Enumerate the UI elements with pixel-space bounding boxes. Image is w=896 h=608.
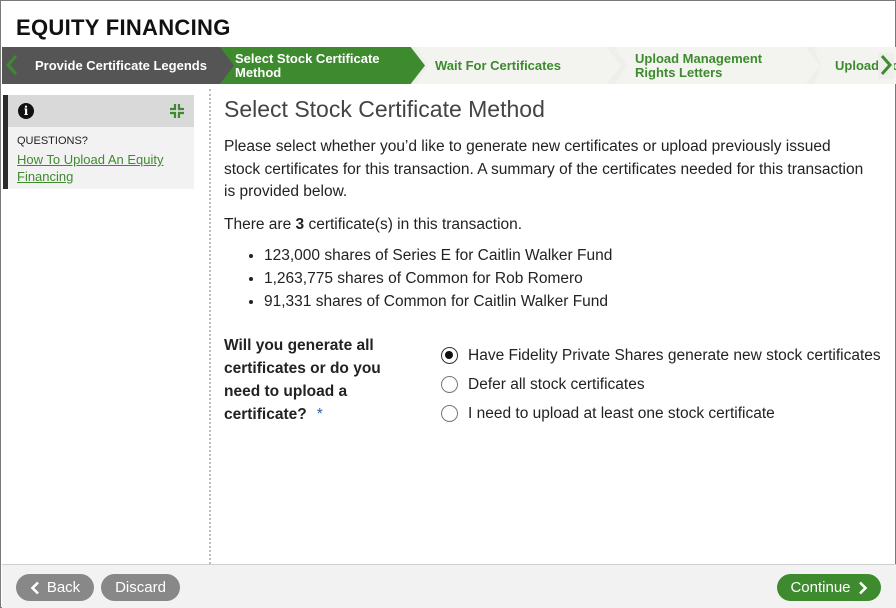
- option-generate-new[interactable]: Have Fidelity Private Shares generate ne…: [441, 341, 881, 370]
- sidebar-header: i: [3, 95, 194, 127]
- discard-label: Discard: [115, 579, 166, 596]
- page-heading: EQUITY FINANCING: [16, 15, 231, 40]
- option-defer[interactable]: Defer all stock certificates: [441, 370, 881, 399]
- vertical-divider: [209, 89, 211, 564]
- progress-stepper: Upload Documents Upload Management Right…: [2, 47, 896, 84]
- certificate-list: 123,000 shares of Series E for Caitlin W…: [224, 244, 884, 313]
- step-label: Upload Management Rights Letters: [635, 50, 763, 80]
- certificate-count-text: There are 3 certificate(s) in this trans…: [224, 215, 884, 235]
- step-label: Wait For Certificates: [435, 57, 561, 73]
- list-item: 91,331 shares of Common for Caitlin Walk…: [264, 290, 884, 313]
- certificate-count: 3: [295, 215, 305, 233]
- radio-button[interactable]: [441, 405, 458, 422]
- help-link[interactable]: How To Upload An Equity Financing: [17, 151, 177, 185]
- radio-button[interactable]: [441, 347, 458, 364]
- chevron-left-icon[interactable]: [4, 53, 20, 79]
- chevron-left-icon: [30, 581, 39, 594]
- intro-text: Please select whether you’d like to gene…: [224, 138, 864, 200]
- footer-bar: Back Discard Continue: [2, 564, 896, 608]
- info-icon: i: [18, 103, 34, 119]
- step-wait-for-certificates[interactable]: Wait For Certificates: [416, 47, 621, 84]
- continue-button[interactable]: Continue: [777, 574, 881, 601]
- certificate-method-radio-group: Have Fidelity Private Shares generate ne…: [441, 341, 881, 428]
- count-prefix: There are: [224, 215, 296, 233]
- section-title: Select Stock Certificate Method: [224, 96, 545, 122]
- step-label: Select Stock Certificate Method: [235, 50, 380, 80]
- option-upload[interactable]: I need to upload at least one stock cert…: [441, 399, 881, 428]
- questions-label: QUESTIONS?: [17, 135, 88, 147]
- collapse-icon[interactable]: [169, 103, 185, 119]
- step-select-stock-certificate-method[interactable]: Select Stock Certificate Method: [220, 47, 425, 84]
- option-label: I need to upload at least one stock cert…: [468, 404, 775, 422]
- required-marker: *: [316, 406, 323, 423]
- chevron-right-icon: [858, 581, 867, 594]
- certificate-method-question: Will you generate all certificates or do…: [224, 334, 394, 426]
- back-button[interactable]: Back: [16, 574, 94, 601]
- option-label: Have Fidelity Private Shares generate ne…: [468, 346, 881, 364]
- app-window: EQUITY FINANCING Upload Documents Upload…: [0, 0, 896, 608]
- list-item: 1,263,775 shares of Common for Rob Romer…: [264, 267, 884, 290]
- main-content: Select Stock Certificate Method Please s…: [224, 95, 884, 313]
- back-label: Back: [46, 579, 81, 596]
- sidebar-body: QUESTIONS? How To Upload An Equity Finan…: [3, 127, 194, 189]
- count-suffix: certificate(s) in this transaction.: [304, 215, 523, 233]
- chevron-right-icon[interactable]: [878, 53, 894, 79]
- step-provide-certificate-legends[interactable]: Provide Certificate Legends: [2, 47, 234, 84]
- radio-button[interactable]: [441, 376, 458, 393]
- question-label: Will you generate all certificates or do…: [224, 337, 381, 423]
- step-upload-management-rights-letters[interactable]: Upload Management Rights Letters: [615, 47, 820, 84]
- continue-label: Continue: [790, 579, 851, 596]
- list-item: 123,000 shares of Series E for Caitlin W…: [264, 244, 884, 267]
- step-label: Provide Certificate Legends: [35, 57, 207, 73]
- option-label: Defer all stock certificates: [468, 375, 645, 393]
- help-sidebar: i QUESTIONS? How To Upload An Equity Fin…: [3, 95, 194, 189]
- discard-button[interactable]: Discard: [101, 574, 180, 601]
